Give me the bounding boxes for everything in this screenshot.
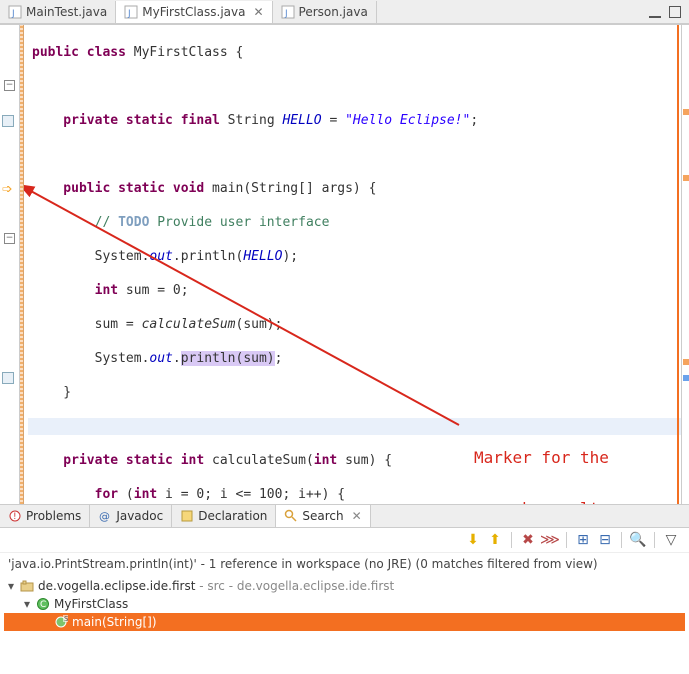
twisty-icon[interactable]: ▾ bbox=[22, 597, 32, 611]
tab-label: MainTest.java bbox=[26, 5, 107, 19]
package-icon bbox=[20, 579, 34, 593]
maximize-icon[interactable] bbox=[669, 6, 681, 18]
svg-text:S: S bbox=[64, 615, 68, 623]
tab-person[interactable]: J Person.java bbox=[273, 1, 377, 23]
search-result-marker[interactable] bbox=[2, 182, 16, 194]
remove-all-button[interactable]: ⋙ bbox=[542, 532, 558, 548]
search-summary: 'java.io.PrintStream.println(int)' - 1 r… bbox=[0, 553, 689, 575]
tab-javadoc[interactable]: @ Javadoc bbox=[90, 505, 172, 527]
view-menu-button[interactable]: ▽ bbox=[663, 532, 679, 548]
svg-text:!: ! bbox=[13, 512, 17, 522]
remove-match-button[interactable]: ✖ bbox=[520, 532, 536, 548]
history-button[interactable]: 🔍 bbox=[630, 532, 646, 548]
svg-text:J: J bbox=[127, 9, 131, 19]
tab-label: Search bbox=[302, 509, 343, 523]
code-area[interactable]: public class MyFirstClass { private stat… bbox=[24, 25, 681, 504]
svg-text:@: @ bbox=[99, 510, 110, 523]
javadoc-icon: @ bbox=[98, 509, 112, 523]
tab-label: Declaration bbox=[198, 509, 267, 523]
prev-match-button[interactable]: ⬆ bbox=[487, 532, 503, 548]
collapse-all-button[interactable]: ⊟ bbox=[597, 532, 613, 548]
right-edge-marker bbox=[677, 25, 679, 504]
tab-maintest[interactable]: J MainTest.java bbox=[0, 1, 116, 23]
search-results-tree[interactable]: ▾ de.vogella.eclipse.ide.first - src - d… bbox=[0, 575, 689, 637]
search-icon bbox=[284, 509, 298, 523]
java-file-icon: J bbox=[124, 5, 138, 19]
tab-declaration[interactable]: Declaration bbox=[172, 505, 276, 527]
tree-row-project[interactable]: ▾ de.vogella.eclipse.ide.first - src - d… bbox=[4, 577, 685, 595]
java-file-icon: J bbox=[281, 5, 295, 19]
method-icon: S bbox=[54, 615, 68, 629]
editor-window-controls bbox=[649, 6, 689, 18]
svg-text:J: J bbox=[11, 9, 15, 19]
spacer bbox=[40, 615, 50, 629]
quickdiff-marker[interactable] bbox=[0, 113, 16, 127]
code-editor: − − public class MyFirstClass { private … bbox=[0, 24, 689, 504]
tab-label: Javadoc bbox=[116, 509, 163, 523]
overview-ruler[interactable] bbox=[681, 25, 689, 504]
class-icon: C bbox=[36, 597, 50, 611]
next-match-button[interactable]: ⬇ bbox=[465, 532, 481, 548]
tab-myfirstclass[interactable]: J MyFirstClass.java ✕ bbox=[116, 1, 272, 23]
tree-label: de.vogella.eclipse.ide.first - src - de.… bbox=[38, 579, 394, 593]
tab-label: Person.java bbox=[299, 5, 368, 19]
tab-search[interactable]: Search ✕ bbox=[276, 505, 370, 527]
fold-toggle[interactable]: − bbox=[4, 80, 15, 91]
declaration-icon bbox=[180, 509, 194, 523]
tab-label: Problems bbox=[26, 509, 81, 523]
close-icon[interactable]: ✕ bbox=[348, 509, 362, 523]
twisty-icon[interactable]: ▾ bbox=[6, 579, 16, 593]
bottom-tab-bar: ! Problems @ Javadoc Declaration Search … bbox=[0, 504, 689, 528]
svg-text:C: C bbox=[40, 600, 46, 610]
expand-all-button[interactable]: ⊞ bbox=[575, 532, 591, 548]
svg-text:J: J bbox=[284, 9, 288, 19]
tab-label: MyFirstClass.java bbox=[142, 5, 245, 19]
tree-label: main(String[]) bbox=[72, 615, 157, 629]
fold-toggle[interactable]: − bbox=[4, 233, 15, 244]
tree-row-class[interactable]: ▾ C MyFirstClass bbox=[4, 595, 685, 613]
close-icon[interactable]: ✕ bbox=[249, 5, 263, 19]
left-ruler[interactable]: − − bbox=[0, 25, 20, 504]
tree-label: MyFirstClass bbox=[54, 597, 128, 611]
search-toolbar: ⬇ ⬆ ✖ ⋙ ⊞ ⊟ 🔍 ▽ bbox=[0, 528, 689, 553]
problems-icon: ! bbox=[8, 509, 22, 523]
tree-row-method[interactable]: S main(String[]) bbox=[4, 613, 685, 631]
tab-problems[interactable]: ! Problems bbox=[0, 505, 90, 527]
quickdiff-marker[interactable] bbox=[0, 370, 16, 384]
minimize-icon[interactable] bbox=[649, 6, 661, 18]
editor-tab-bar: J MainTest.java J MyFirstClass.java ✕ J … bbox=[0, 0, 689, 24]
java-file-icon: J bbox=[8, 5, 22, 19]
